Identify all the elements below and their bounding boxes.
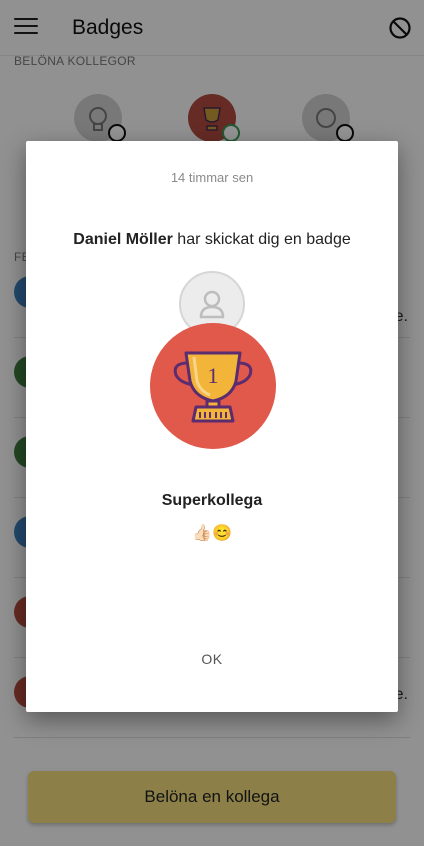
badge-message: Daniel Möller har skickat dig en badge: [26, 231, 398, 249]
message-text: har skickat dig en badge: [172, 231, 351, 248]
badge-comment: 👍🏻😊: [192, 525, 232, 542]
ok-button[interactable]: OK: [172, 641, 252, 677]
sender-name: Daniel Möller: [73, 231, 173, 248]
badge-received-dialog: 14 timmar sen Daniel Möller har skickat …: [26, 141, 398, 712]
trophy-icon: 1: [173, 351, 253, 423]
trophy-number: 1: [208, 363, 219, 388]
timestamp: 14 timmar sen: [170, 170, 254, 185]
badge-image: 1: [150, 323, 276, 449]
badge-name: Superkollega: [161, 492, 263, 509]
